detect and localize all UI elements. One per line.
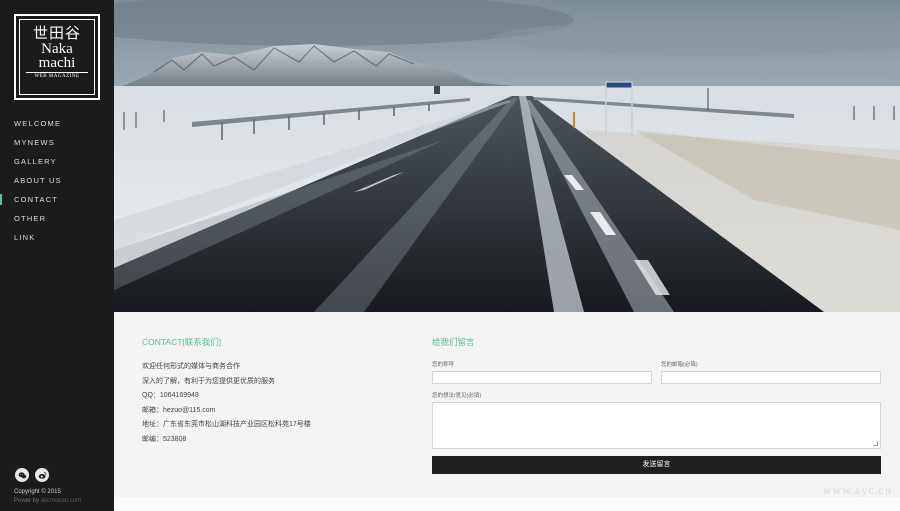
power-by: Power by alicmoban.com (14, 498, 81, 504)
message-form: 给我们留言 您的称呼 您的邮箱(必填) 您的想法/意见(必填) 发送留言 (432, 336, 881, 474)
email-field-group: 您的邮箱(必填) (661, 360, 881, 384)
contact-info: CONTACT[联系我们] 欢迎任何形式的媒体与商务合作 深入的了解，有利于为您… (142, 336, 402, 447)
contact-section: CONTACT[联系我们] 欢迎任何形式的媒体与商务合作 深入的了解，有利于为您… (114, 312, 900, 511)
watermark: www.ayc.cn (822, 483, 892, 497)
nav-item-welcome[interactable]: WELCOME (0, 114, 114, 133)
message-textarea[interactable] (432, 402, 881, 449)
logo-frame: 世田谷 Naka machi WEB MAGAZINE (19, 19, 95, 95)
email-label: 您的邮箱(必填) (661, 362, 698, 368)
logo-kanji: 世田谷 (32, 24, 81, 42)
power-prefix: Power by (14, 498, 40, 504)
email-input[interactable] (661, 371, 881, 384)
form-title: 给我们留言 (432, 337, 475, 347)
nav-item-contact[interactable]: CONTACT (0, 190, 114, 209)
logo-line1: Naka (41, 41, 73, 57)
copyright-text: Copyright © 2015 (14, 489, 61, 495)
nav-item-about-us[interactable]: ABOUT US (0, 171, 114, 190)
contact-postcode: 邮编：523808 (142, 435, 187, 443)
contact-line: 欢迎任何形式的媒体与商务合作 (142, 363, 240, 370)
logo-line2: machi (38, 55, 76, 71)
power-link[interactable]: alicmoban.com (41, 498, 81, 504)
sidebar: 世田谷 Naka machi WEB MAGAZINE WELCOME MYNE… (0, 0, 114, 511)
social-links (15, 468, 49, 482)
hero-image (114, 0, 900, 312)
name-field-group: 您的称呼 (432, 360, 652, 384)
form-row: 您的称呼 您的邮箱(必填) (432, 360, 881, 384)
contact-title: CONTACT[联系我们] (142, 337, 222, 347)
nav-item-other[interactable]: OTHER (0, 209, 114, 228)
nav-item-gallery[interactable]: GALLERY (0, 152, 114, 171)
contact-address: 地址：广东省东莞市松山湖科技产业园区松科苑17号楼 (142, 421, 311, 428)
name-label: 您的称呼 (432, 362, 455, 368)
weibo-icon[interactable] (35, 468, 49, 482)
contact-email: 邮箱：hezuo@115.com (142, 406, 216, 414)
contact-qq: QQ：1064169948 (142, 392, 199, 399)
logo-subtitle: WEB MAGAZINE (26, 72, 88, 81)
site-logo[interactable]: 世田谷 Naka machi WEB MAGAZINE (14, 14, 100, 100)
main-nav: WELCOME MYNEWS GALLERY ABOUT US CONTACT … (0, 114, 114, 247)
message-label: 您的想法/意见(必填) (432, 393, 482, 399)
bottom-band (114, 497, 900, 511)
nav-item-link[interactable]: LINK (0, 228, 114, 247)
wechat-icon[interactable] (15, 468, 29, 482)
nav-item-mynews[interactable]: MYNEWS (0, 133, 114, 152)
contact-line: 深入的了解，有利于为您提供更优质的服务 (142, 377, 275, 385)
submit-button[interactable]: 发送留言 (432, 456, 881, 474)
name-input[interactable] (432, 371, 652, 384)
